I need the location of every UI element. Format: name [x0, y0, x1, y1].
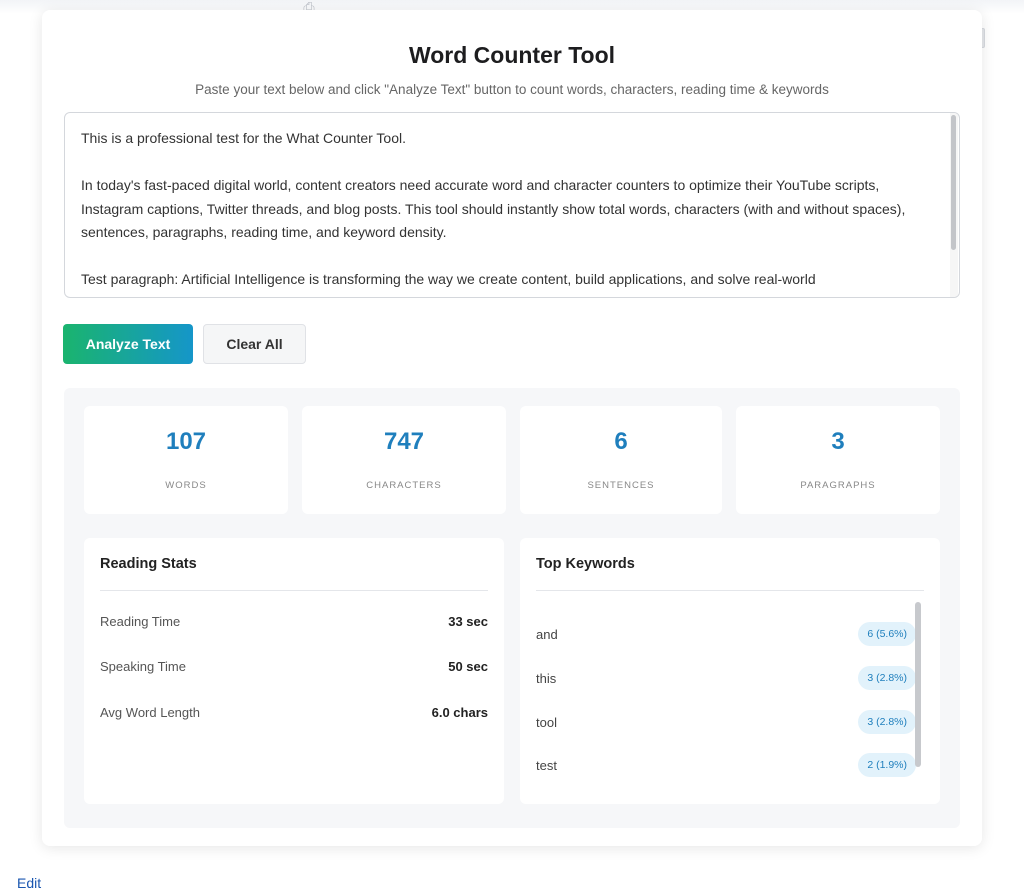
top-keywords-panel: Top Keywords and 6 (5.6%) this 3 (2.8%) … [520, 538, 940, 804]
reading-stats-title: Reading Stats [100, 556, 197, 572]
keyword-row: this 3 (2.8%) [536, 663, 916, 693]
stat-row-value: 50 sec [448, 659, 488, 674]
clear-all-button[interactable]: Clear All [203, 324, 306, 364]
stat-card-paragraphs: 3 PARAGRAPHS [736, 406, 940, 514]
stat-value: 3 [831, 428, 845, 455]
results-section: 107 WORDS 747 CHARACTERS 6 SENTENCES 3 P… [64, 388, 960, 828]
text-input-area[interactable]: This is a professional test for the What… [64, 112, 960, 298]
keyword-row: test 2 (1.9%) [536, 750, 916, 780]
text-input-content[interactable]: This is a professional test for the What… [81, 127, 943, 297]
input-paragraph: In today's fast-paced digital world, con… [81, 177, 906, 240]
keyword-list-scrollbar[interactable] [915, 602, 921, 767]
keyword-row: tool 3 (2.8%) [536, 707, 916, 737]
stat-value: 107 [165, 428, 207, 455]
stat-card-characters: 747 CHARACTERS [302, 406, 506, 514]
stat-row-label: Reading Time [100, 614, 181, 629]
stat-row-value: 33 sec [448, 614, 488, 629]
stat-card-words: 107 WORDS [84, 406, 288, 514]
scrollbar-thumb[interactable] [951, 115, 956, 250]
keyword-count-badge: 3 (2.8%) [858, 666, 916, 690]
keyword-count-badge: 3 (2.8%) [858, 710, 916, 734]
keyword-word: tool [536, 715, 557, 730]
stat-row-label: Speaking Time [100, 659, 186, 674]
stat-label: SENTENCES [587, 480, 655, 491]
page-title: Word Counter Tool [408, 42, 616, 68]
stat-value: 747 [383, 428, 425, 455]
stat-label: CHARACTERS [366, 480, 442, 491]
keyword-count-badge: 2 (1.9%) [858, 753, 916, 777]
keyword-row: and 6 (5.6%) [536, 619, 916, 649]
stat-label: PARAGRAPHS [800, 480, 876, 491]
analyze-text-button[interactable]: Analyze Text [63, 324, 193, 364]
stat-row-label: Avg Word Length [100, 705, 200, 720]
speaking-time-row: Speaking Time 50 sec [100, 659, 488, 679]
input-paragraph: This is a professional test for the What… [81, 130, 407, 146]
page-subtitle: Paste your text below and click "Analyze… [195, 82, 829, 97]
edit-link[interactable]: Edit [17, 875, 41, 891]
keyword-word: this [536, 671, 557, 686]
keyword-word: test [536, 758, 557, 773]
keyword-count-badge: 6 (5.6%) [858, 622, 916, 646]
stat-row-value: 6.0 chars [431, 705, 488, 720]
stat-card-sentences: 6 SENTENCES [520, 406, 722, 514]
divider [536, 590, 924, 591]
stat-label: WORDS [165, 480, 207, 491]
word-counter-card: Word Counter Tool Paste your text below … [42, 10, 982, 846]
stat-value: 6 [614, 428, 628, 455]
divider [100, 590, 488, 591]
text-input-scrollbar[interactable] [950, 113, 958, 297]
reading-time-row: Reading Time 33 sec [100, 614, 488, 634]
avg-word-length-row: Avg Word Length 6.0 chars [100, 705, 488, 725]
reading-stats-panel: Reading Stats Reading Time 33 sec Speaki… [84, 538, 504, 804]
top-keywords-title: Top Keywords [536, 556, 635, 572]
input-paragraph: Test paragraph: Artificial Intelligence … [81, 271, 816, 287]
keyword-list[interactable]: and 6 (5.6%) this 3 (2.8%) tool 3 (2.8%)… [536, 598, 924, 794]
keyword-word: and [536, 627, 558, 642]
